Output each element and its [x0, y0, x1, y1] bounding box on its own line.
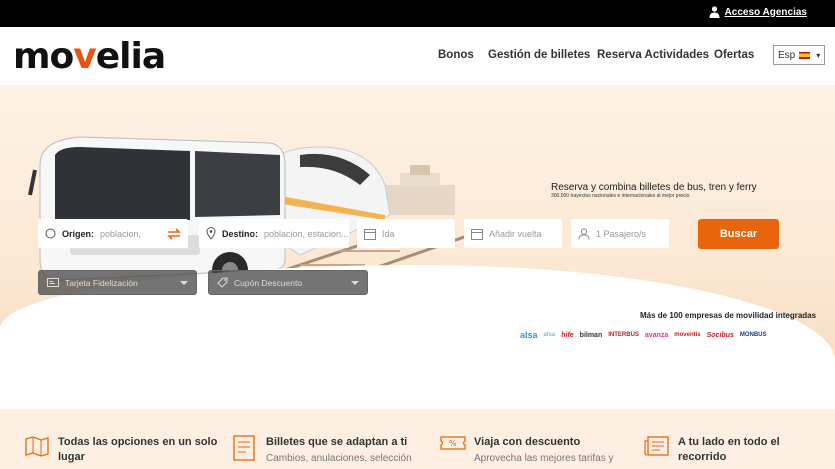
- nav-gestion-billetes[interactable]: Gestión de billetes: [488, 49, 590, 61]
- partner-logo: moventis: [674, 332, 701, 338]
- loyalty-card-select[interactable]: Tarjeta Fidelización: [38, 270, 197, 295]
- newspaper-icon: [644, 436, 669, 456]
- nav-bonos[interactable]: Bonos: [438, 49, 474, 61]
- language-select[interactable]: Esp ▾: [773, 45, 825, 65]
- search-button[interactable]: Buscar: [698, 219, 779, 249]
- origin-label: Origen:: [62, 228, 95, 239]
- spain-flag-icon: [799, 51, 811, 59]
- feature-title: Viaja con descuento: [474, 436, 581, 448]
- chevron-down-icon: [180, 281, 188, 285]
- tag-icon: [217, 277, 228, 288]
- calendar-icon: [471, 228, 483, 240]
- person-icon: [578, 227, 590, 240]
- partner-logo: alsa: [520, 330, 538, 340]
- discount-coupon-select[interactable]: Cupón Descuento: [208, 270, 368, 295]
- features-section: Todas las opciones en un solo lugar Bill…: [0, 409, 835, 469]
- destination-label: Destino:: [222, 228, 258, 239]
- svg-text:%: %: [449, 439, 457, 448]
- top-bar: Acceso Agencias: [0, 0, 835, 27]
- movelia-logo[interactable]: movelia: [13, 39, 166, 75]
- partner-logo: hife: [561, 331, 574, 339]
- feature-support: A tu lado en todo el recorrido: [644, 435, 780, 465]
- feature-title: A tu lado en todo el: [678, 436, 780, 448]
- discount-coupon-label: Cupón Descuento: [234, 277, 303, 288]
- hero-tagline: Reserva y combina billetes de bus, tren …: [551, 182, 757, 193]
- return-date-field[interactable]: Añadir vuelta: [464, 219, 562, 248]
- passengers-field[interactable]: 1 Pasajero/s: [571, 219, 669, 248]
- feature-description: Aprovecha las mejores tarifas y: [474, 453, 614, 464]
- user-icon: [709, 6, 720, 18]
- departure-date-field[interactable]: Ida: [357, 219, 455, 248]
- partner-logos: alsa alsa hife bilman INTERBUS avanza mo…: [520, 330, 767, 340]
- chevron-down-icon: ▾: [816, 50, 821, 60]
- feature-adaptable-tickets: Billetes que se adaptan a ti Cambios, an…: [233, 435, 412, 464]
- nav-ofertas[interactable]: Ofertas: [714, 49, 754, 61]
- partners-title: Más de 100 empresas de movilidad integra…: [640, 311, 817, 320]
- discount-ticket-icon: %: [440, 436, 466, 450]
- feature-all-options: Todas las opciones en un solo lugar: [25, 435, 218, 465]
- feature-title: Billetes que se adaptan a ti: [266, 436, 408, 448]
- partner-logo: Socibus: [706, 331, 734, 339]
- origin-field[interactable]: Origen: poblacion,: [38, 219, 188, 248]
- map-icon: [25, 436, 49, 457]
- feature-title: Todas las opciones en un solo: [58, 436, 218, 448]
- return-date-placeholder: Añadir vuelta: [489, 228, 542, 239]
- partner-logo: bilman: [579, 331, 603, 339]
- calendar-icon: [364, 228, 376, 240]
- departure-date-placeholder: Ida: [382, 228, 395, 239]
- partner-logo: MONBUS: [739, 332, 767, 338]
- feature-title: lugar: [58, 451, 85, 463]
- feature-description: Cambios, anulaciones, selección: [266, 453, 412, 464]
- loyalty-card-label: Tarjeta Fidelización: [65, 277, 138, 288]
- agency-access-link[interactable]: Acceso Agencias: [709, 6, 807, 18]
- location-pin-icon: [206, 227, 216, 240]
- language-value: Esp: [778, 49, 796, 61]
- origin-placeholder: poblacion,: [100, 228, 142, 239]
- partner-logo: INTERBUS: [608, 332, 639, 338]
- feature-title: recorrido: [678, 451, 727, 463]
- nav-reserva-actividades[interactable]: Reserva Actividades: [597, 49, 709, 61]
- agency-access-label: Acceso Agencias: [724, 6, 807, 18]
- passengers-value: 1 Pasajero/s: [596, 228, 647, 239]
- destination-placeholder: poblacion, estacion...: [264, 228, 349, 239]
- partner-logo: avanza: [644, 331, 669, 339]
- document-icon: [233, 435, 255, 461]
- card-icon: [47, 278, 59, 287]
- site-header: movelia Bonos Gestión de billetes Reserv…: [0, 27, 835, 85]
- hero-subtagline: 300.000 trayectos nacionales e internaci…: [551, 193, 690, 199]
- swap-icon[interactable]: [166, 227, 182, 240]
- feature-discount: % Viaja con descuento Aprovecha las mejo…: [440, 435, 614, 464]
- destination-field[interactable]: Destino: poblacion, estacion...: [199, 219, 349, 248]
- chevron-down-icon: [351, 281, 359, 285]
- partner-logo: alsa: [543, 332, 556, 338]
- radio-circle-icon: [45, 228, 56, 239]
